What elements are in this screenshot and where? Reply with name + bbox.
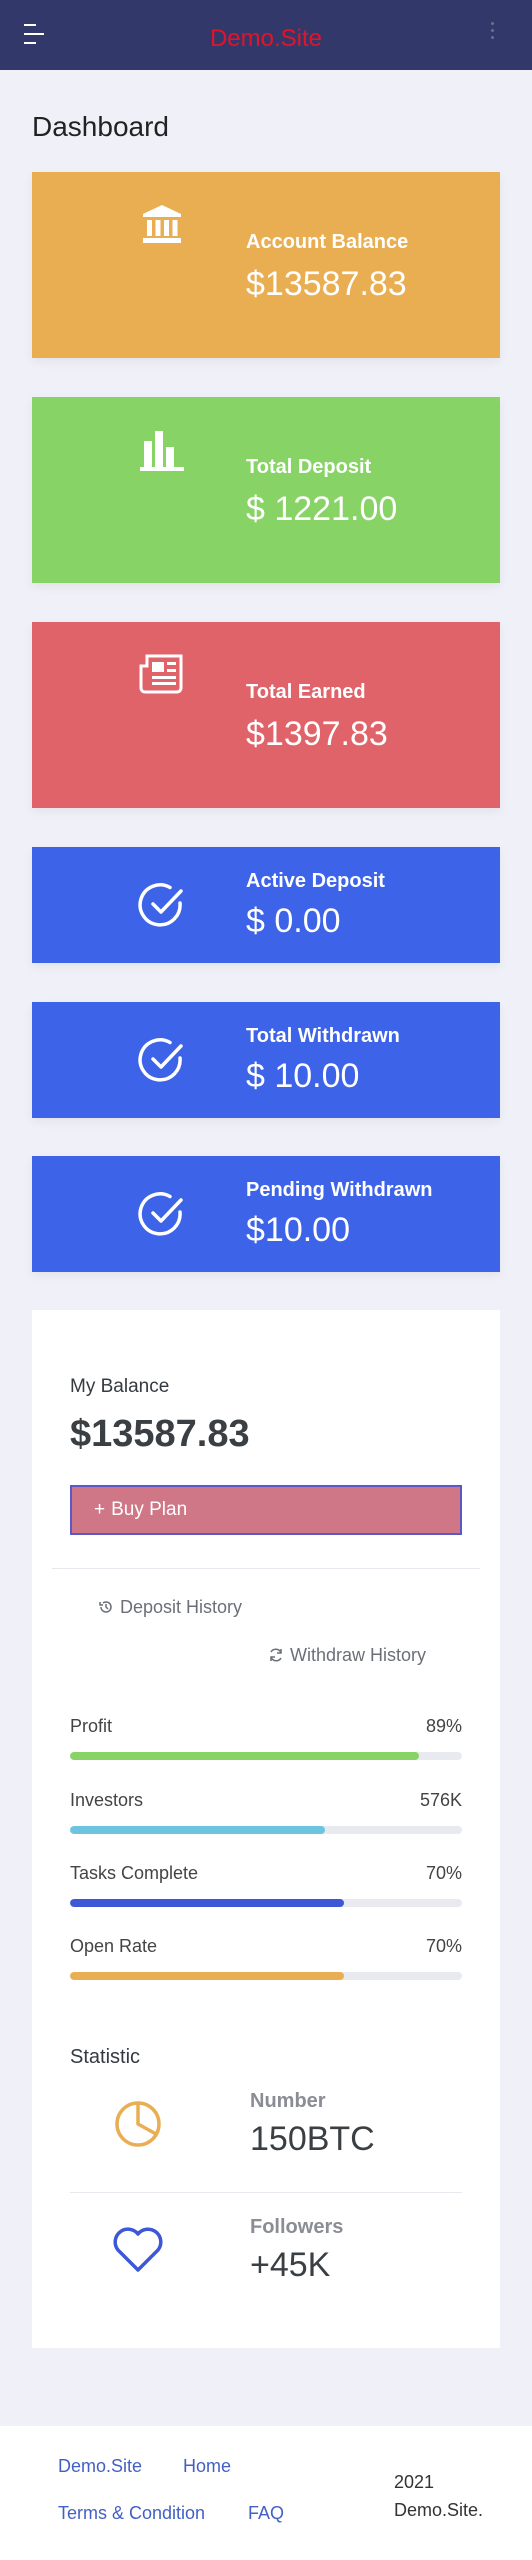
progress-fill [70,1752,419,1760]
footer-link-faq[interactable]: FAQ [248,2503,284,2524]
card-label: Total Deposit [246,456,372,478]
card-value: $10.00 [246,1211,350,1249]
check-circle-icon [102,1036,222,1089]
card-label: Account Balance [246,231,409,253]
progress-value: 576K [419,1790,462,1810]
bank-icon [102,202,222,251]
buy-plan-button[interactable]: + Buy Plan [70,1485,462,1535]
stat-value: 150BTC [250,2120,375,2158]
active-deposit-card: Active Deposit $ 0.00 [32,847,500,963]
card-value: $ 10.00 [246,1057,360,1095]
copyright-year: 2021 [394,2472,435,2492]
progress-label: Profit [70,1716,113,1736]
my-balance-amount: $13587.83 [70,1413,250,1455]
copyright: 2021 Demo.Site. [394,2468,483,2524]
divider [70,2192,462,2193]
brand-logo[interactable]: Demo.Site [0,24,532,54]
pie-chart-icon [115,2101,161,2147]
progress-label: Investors [70,1790,144,1810]
footer-link-terms[interactable]: Terms & Condition [58,2503,205,2524]
copyright-name: Demo.Site. [394,2500,484,2520]
progress-fill [70,1972,345,1980]
deposit-history-label: Deposit History [120,1597,243,1617]
progress-track [70,1972,462,1980]
bar-chart-icon [102,427,222,476]
my-balance-panel: My Balance $13587.83 + Buy Plan Deposit H… [32,1310,500,2348]
refresh-icon [270,1648,282,1662]
card-value: $13587.83 [246,265,407,303]
card-label: Total Withdrawn [246,1025,400,1047]
progress-track [70,1826,462,1834]
divider [52,1568,480,1569]
progress-fill [70,1826,325,1834]
progress-label: Tasks Complete [70,1863,199,1883]
progress-value: 70% [425,1936,462,1956]
withdraw-history-link[interactable]: Withdraw History [268,1645,426,1666]
progress-track [70,1899,462,1907]
deposit-history-link[interactable]: Deposit History [98,1597,242,1618]
card-value: $1397.83 [246,715,388,753]
progress-fill [70,1899,345,1907]
stat-label: Followers [250,2216,344,2238]
plus-icon: + [94,1499,106,1520]
more-options-icon[interactable] [488,22,496,48]
footer-link-home[interactable]: Home [183,2456,231,2477]
heart-icon [113,2227,163,2272]
progress-value: 70% [425,1863,462,1883]
total-earned-card: Total Earned $1397.83 [32,622,500,808]
progress-track [70,1752,462,1760]
progress-value: 89% [425,1716,462,1736]
progress-label: Open Rate [70,1936,158,1956]
newspaper-icon [102,652,222,699]
footer-link-demo-site[interactable]: Demo.Site [58,2456,142,2477]
card-label: Active Deposit [246,870,385,892]
history-icon [99,1601,112,1613]
card-value: $ 0.00 [246,902,341,940]
top-navbar: Demo.Site [0,0,532,70]
check-circle-icon [102,1190,222,1243]
total-withdrawn-card: Total Withdrawn $ 10.00 [32,1002,500,1118]
card-label: Pending Withdrawn [246,1179,433,1201]
account-balance-card: Account Balance $13587.83 [32,172,500,358]
withdraw-history-label: Withdraw History [290,1645,427,1665]
my-balance-title: My Balance [70,1376,170,1397]
buy-plan-label: Buy Plan [111,1499,188,1520]
total-deposit-card: Total Deposit $ 1221.00 [32,397,500,583]
check-circle-icon [102,881,222,934]
statistic-title: Statistic [70,2046,141,2068]
pending-withdrawn-card: Pending Withdrawn $10.00 [32,1156,500,1272]
card-value: $ 1221.00 [246,490,398,528]
stat-value: +45K [250,2246,331,2284]
page-title: Dashboard [32,111,169,142]
footer: Demo.Site Home Terms & Condition FAQ 202… [0,2426,532,2560]
card-label: Total Earned [246,681,366,703]
stat-label: Number [250,2090,326,2112]
